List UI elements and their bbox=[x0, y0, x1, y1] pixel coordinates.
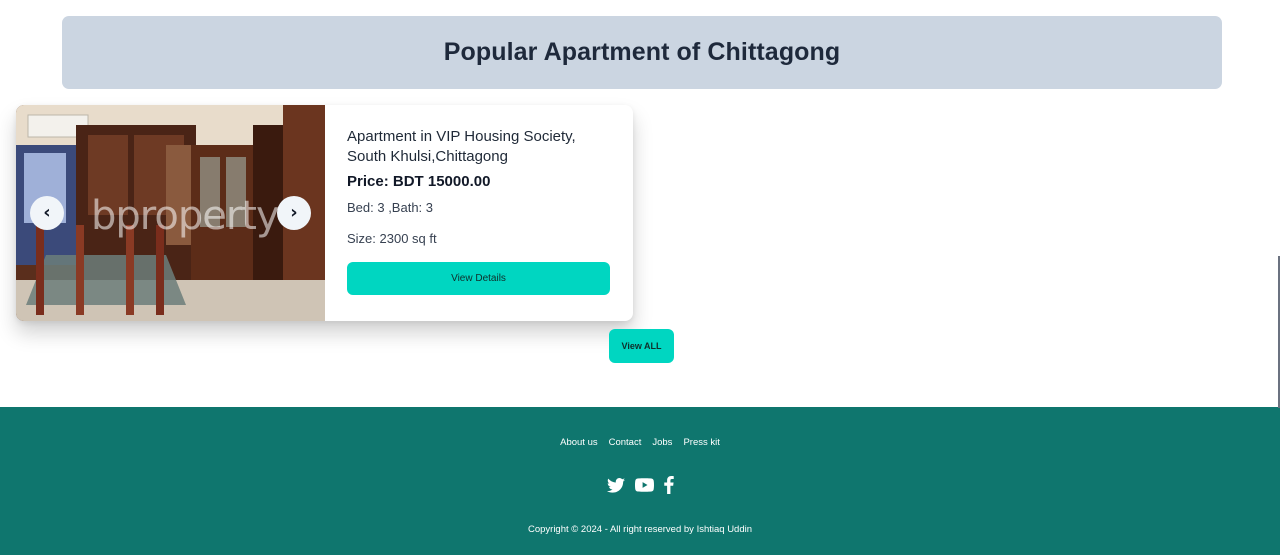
site-footer: About us Contact Jobs Press kit Copyrigh… bbox=[0, 407, 1280, 555]
chevron-left-icon: ‹ bbox=[43, 202, 51, 223]
footer-link-jobs[interactable]: Jobs bbox=[652, 437, 672, 448]
social-links bbox=[0, 476, 1280, 494]
view-all-button[interactable]: View ALL bbox=[609, 329, 674, 363]
view-details-button[interactable]: View Details bbox=[347, 262, 610, 295]
apartment-size: Size: 2300 sq ft bbox=[347, 231, 437, 246]
youtube-icon[interactable] bbox=[634, 478, 654, 492]
footer-link-about[interactable]: About us bbox=[560, 437, 598, 448]
carousel-prev-button[interactable]: ‹ bbox=[30, 196, 64, 230]
footer-link-press-kit[interactable]: Press kit bbox=[683, 437, 719, 448]
section-title: Popular Apartment of Chittagong bbox=[443, 38, 841, 66]
twitter-icon[interactable] bbox=[606, 477, 625, 493]
image-carousel[interactable]: bproperty ‹ › bbox=[16, 105, 325, 321]
carousel-next-button[interactable]: › bbox=[277, 196, 311, 230]
facebook-icon[interactable] bbox=[663, 476, 674, 494]
footer-nav: About us Contact Jobs Press kit bbox=[0, 437, 1280, 448]
apartment-price: Price: BDT 15000.00 bbox=[347, 173, 491, 190]
copyright-text: Copyright © 2024 - All right reserved by… bbox=[527, 524, 753, 535]
footer-link-contact[interactable]: Contact bbox=[609, 437, 642, 448]
chevron-right-icon: › bbox=[290, 202, 298, 223]
section-header-banner: Popular Apartment of Chittagong bbox=[62, 16, 1222, 89]
apartment-card: bproperty ‹ › Apartment in VIP Housing S… bbox=[16, 105, 633, 321]
apartment-info: Apartment in VIP Housing Society, South … bbox=[325, 105, 633, 321]
apartment-title: Apartment in VIP Housing Society, South … bbox=[347, 128, 576, 165]
apartment-beds-baths: Bed: 3 ,Bath: 3 bbox=[347, 200, 434, 215]
